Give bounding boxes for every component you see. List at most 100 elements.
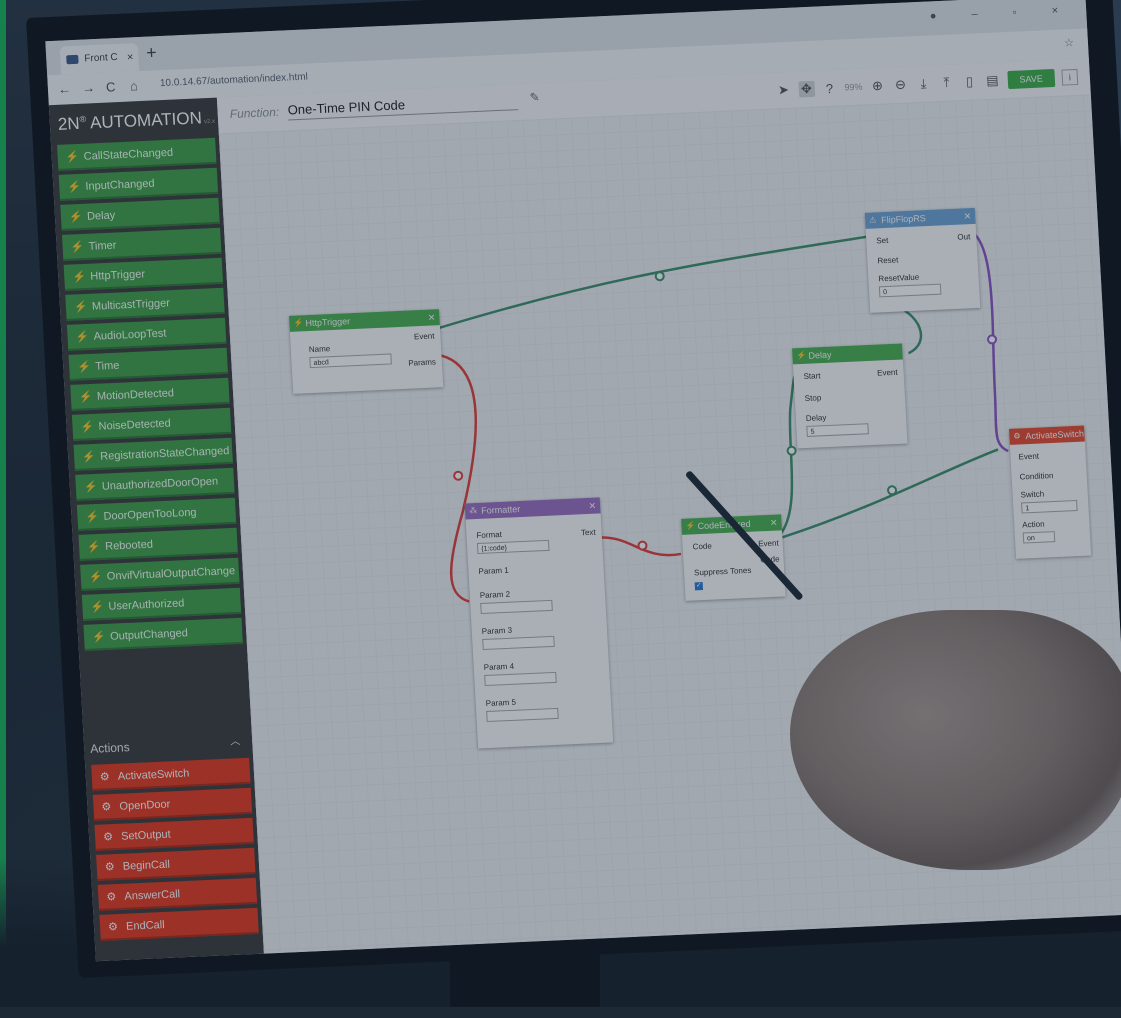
info-icon[interactable]: i	[1061, 68, 1079, 86]
wire-midpoint	[987, 334, 998, 345]
window-controls[interactable]: ● – ▫ ×	[930, 4, 1075, 22]
action-block[interactable]: ⚙ BeginCall	[96, 847, 256, 881]
event-block[interactable]: ⚡ NoiseDetected	[71, 407, 232, 441]
close-icon[interactable]: ✕	[770, 515, 778, 531]
lightning-icon: ⚡	[83, 480, 98, 494]
book-icon[interactable]: ▤	[984, 72, 1001, 89]
event-block[interactable]: ⚡ MotionDetected	[70, 377, 230, 411]
port-label: Param 5	[485, 697, 517, 709]
event-block[interactable]: ⚡ Timer	[61, 227, 222, 261]
function-name-field[interactable]: One-Time PIN Code	[287, 92, 519, 121]
port-label: Suppress Tones	[693, 565, 752, 578]
event-block[interactable]: ⚡ CallStateChanged	[57, 137, 217, 171]
close-icon[interactable]: ✕	[963, 208, 971, 224]
zoom-out-icon[interactable]: ⊖	[892, 77, 909, 94]
wire-midpoint	[786, 445, 797, 456]
bookmark-star-icon[interactable]: ☆	[1064, 36, 1075, 49]
action-block[interactable]: ⚙ EndCall	[99, 907, 259, 941]
action-block[interactable]: ⚙ SetOutput	[94, 817, 254, 851]
param4-input[interactable]	[484, 671, 557, 687]
event-block[interactable]: ⚡ UnauthorizedDoorOpen	[75, 467, 235, 501]
gear-icon: ⚙	[107, 921, 119, 934]
chevron-up-icon[interactable]: ︿	[230, 730, 241, 754]
help-icon[interactable]: ?	[821, 80, 838, 96]
gear-icon: ⚙	[99, 771, 111, 784]
param5-input[interactable]	[486, 707, 559, 723]
tab-title: Front C	[84, 51, 119, 65]
port-label: Start	[803, 371, 821, 381]
lightning-icon: ⚡	[73, 300, 89, 314]
lightning-icon: ⚡	[91, 630, 107, 644]
name-input[interactable]: abcd	[309, 353, 392, 369]
event-block[interactable]: ⚡ AudioLoopTest	[66, 317, 227, 351]
wire-midpoint	[637, 540, 648, 551]
node-activateswitch[interactable]: ⚙ ActivateSwitch Event Condition Switch 1…	[1008, 425, 1092, 559]
suppress-tones-checkbox[interactable]: ✓	[694, 582, 704, 591]
warning-icon: ⚠	[868, 215, 877, 225]
home-icon[interactable]: ⌂	[130, 78, 139, 93]
event-block[interactable]: ⚡ HttpTrigger	[63, 257, 224, 291]
event-block[interactable]: ⚡ Delay	[60, 197, 220, 231]
action-block[interactable]: ⚙ ActivateSwitch	[91, 757, 251, 791]
node-flipflop[interactable]: ⚠ FlipFlopRS ✕ Set Out Reset ResetValue 0	[864, 207, 981, 313]
event-block[interactable]: ⚡ OnvifVirtualOutputChange	[80, 557, 240, 591]
save-button[interactable]: SAVE	[1006, 68, 1056, 90]
event-block[interactable]: ⚡ Time	[68, 347, 229, 381]
port-label: Format	[476, 529, 503, 541]
event-block[interactable]: ⚡ DoorOpenTooLong	[76, 497, 237, 531]
trash-icon[interactable]: ▯	[961, 73, 978, 90]
upload-icon[interactable]: ⤒	[938, 74, 955, 91]
forward-icon[interactable]: →	[82, 80, 96, 96]
port-label: Param 4	[483, 661, 515, 673]
lightning-icon: ⚡	[75, 330, 90, 344]
download-icon[interactable]: ⤓	[915, 76, 932, 93]
app-logo: 2N® AUTOMATION v2.x	[57, 108, 216, 134]
port-label: Name	[308, 344, 331, 355]
new-tab-button[interactable]: +	[146, 42, 158, 63]
pointer-icon[interactable]: ➤	[775, 82, 792, 99]
node-formatter[interactable]: ⁂ Formatter ✕ Format {1:code} Text Param 1…	[464, 497, 614, 749]
format-icon: ⁂	[468, 505, 478, 516]
port-label: Condition	[1019, 471, 1054, 482]
url-field[interactable]: 10.0.14.67/automation/index.html	[160, 71, 308, 89]
close-icon[interactable]: ×	[126, 43, 134, 71]
action-block[interactable]: ⚙ OpenDoor	[92, 787, 253, 821]
event-block[interactable]: ⚡ MulticastTrigger	[65, 287, 225, 321]
zoom-in-icon[interactable]: ⊕	[869, 78, 886, 95]
event-block[interactable]: ⚡ Rebooted	[78, 527, 238, 561]
port-label: Set	[876, 235, 889, 246]
reload-icon[interactable]: C	[106, 79, 116, 94]
lightning-icon: ⚡	[86, 540, 102, 554]
port-label: Stop	[804, 393, 822, 403]
action-block[interactable]: ⚙ AnswerCall	[97, 877, 258, 911]
port-label: Event	[757, 538, 779, 549]
node-header[interactable]: ⚙ ActivateSwitch	[1008, 425, 1085, 445]
port-label: Param 2	[479, 589, 511, 601]
port-label: Param 1	[478, 565, 509, 577]
back-icon[interactable]: ←	[58, 81, 72, 97]
resetvalue-input[interactable]: 0	[878, 283, 942, 298]
port-label: Delay	[805, 413, 827, 423]
actions-section-header[interactable]: Actions ︿	[90, 730, 249, 761]
event-block[interactable]: ⚡ RegistrationStateChanged	[73, 437, 233, 471]
move-icon[interactable]: ✥	[798, 80, 815, 98]
gear-icon: ⚙	[101, 801, 112, 814]
param3-input[interactable]	[482, 635, 555, 651]
event-block[interactable]: ⚡ InputChanged	[58, 167, 219, 201]
delay-input[interactable]: 5	[806, 423, 869, 437]
lightning-icon: ⚡	[85, 510, 100, 524]
close-icon[interactable]: ✕	[588, 498, 596, 514]
browser-tab[interactable]: Front C ×	[59, 43, 140, 75]
action-select[interactable]: on	[1022, 531, 1056, 544]
event-block[interactable]: ⚡ UserAuthorized	[81, 587, 242, 621]
gear-icon: ⚙	[1013, 431, 1021, 441]
pencil-icon[interactable]: ✎	[529, 90, 540, 104]
format-input[interactable]: {1:code}	[476, 539, 550, 555]
node-httptrigger[interactable]: ⚡ HttpTrigger ✕ Name abcd Event Params	[288, 309, 444, 394]
param2-input[interactable]	[480, 599, 553, 615]
switch-input[interactable]: 1	[1021, 500, 1078, 514]
node-delay[interactable]: ⚡ Delay Start Event Stop Delay 5	[792, 343, 908, 449]
close-icon[interactable]: ✕	[427, 309, 436, 325]
port-label: Param 3	[481, 625, 513, 637]
event-block[interactable]: ⚡ OutputChanged	[83, 617, 243, 651]
